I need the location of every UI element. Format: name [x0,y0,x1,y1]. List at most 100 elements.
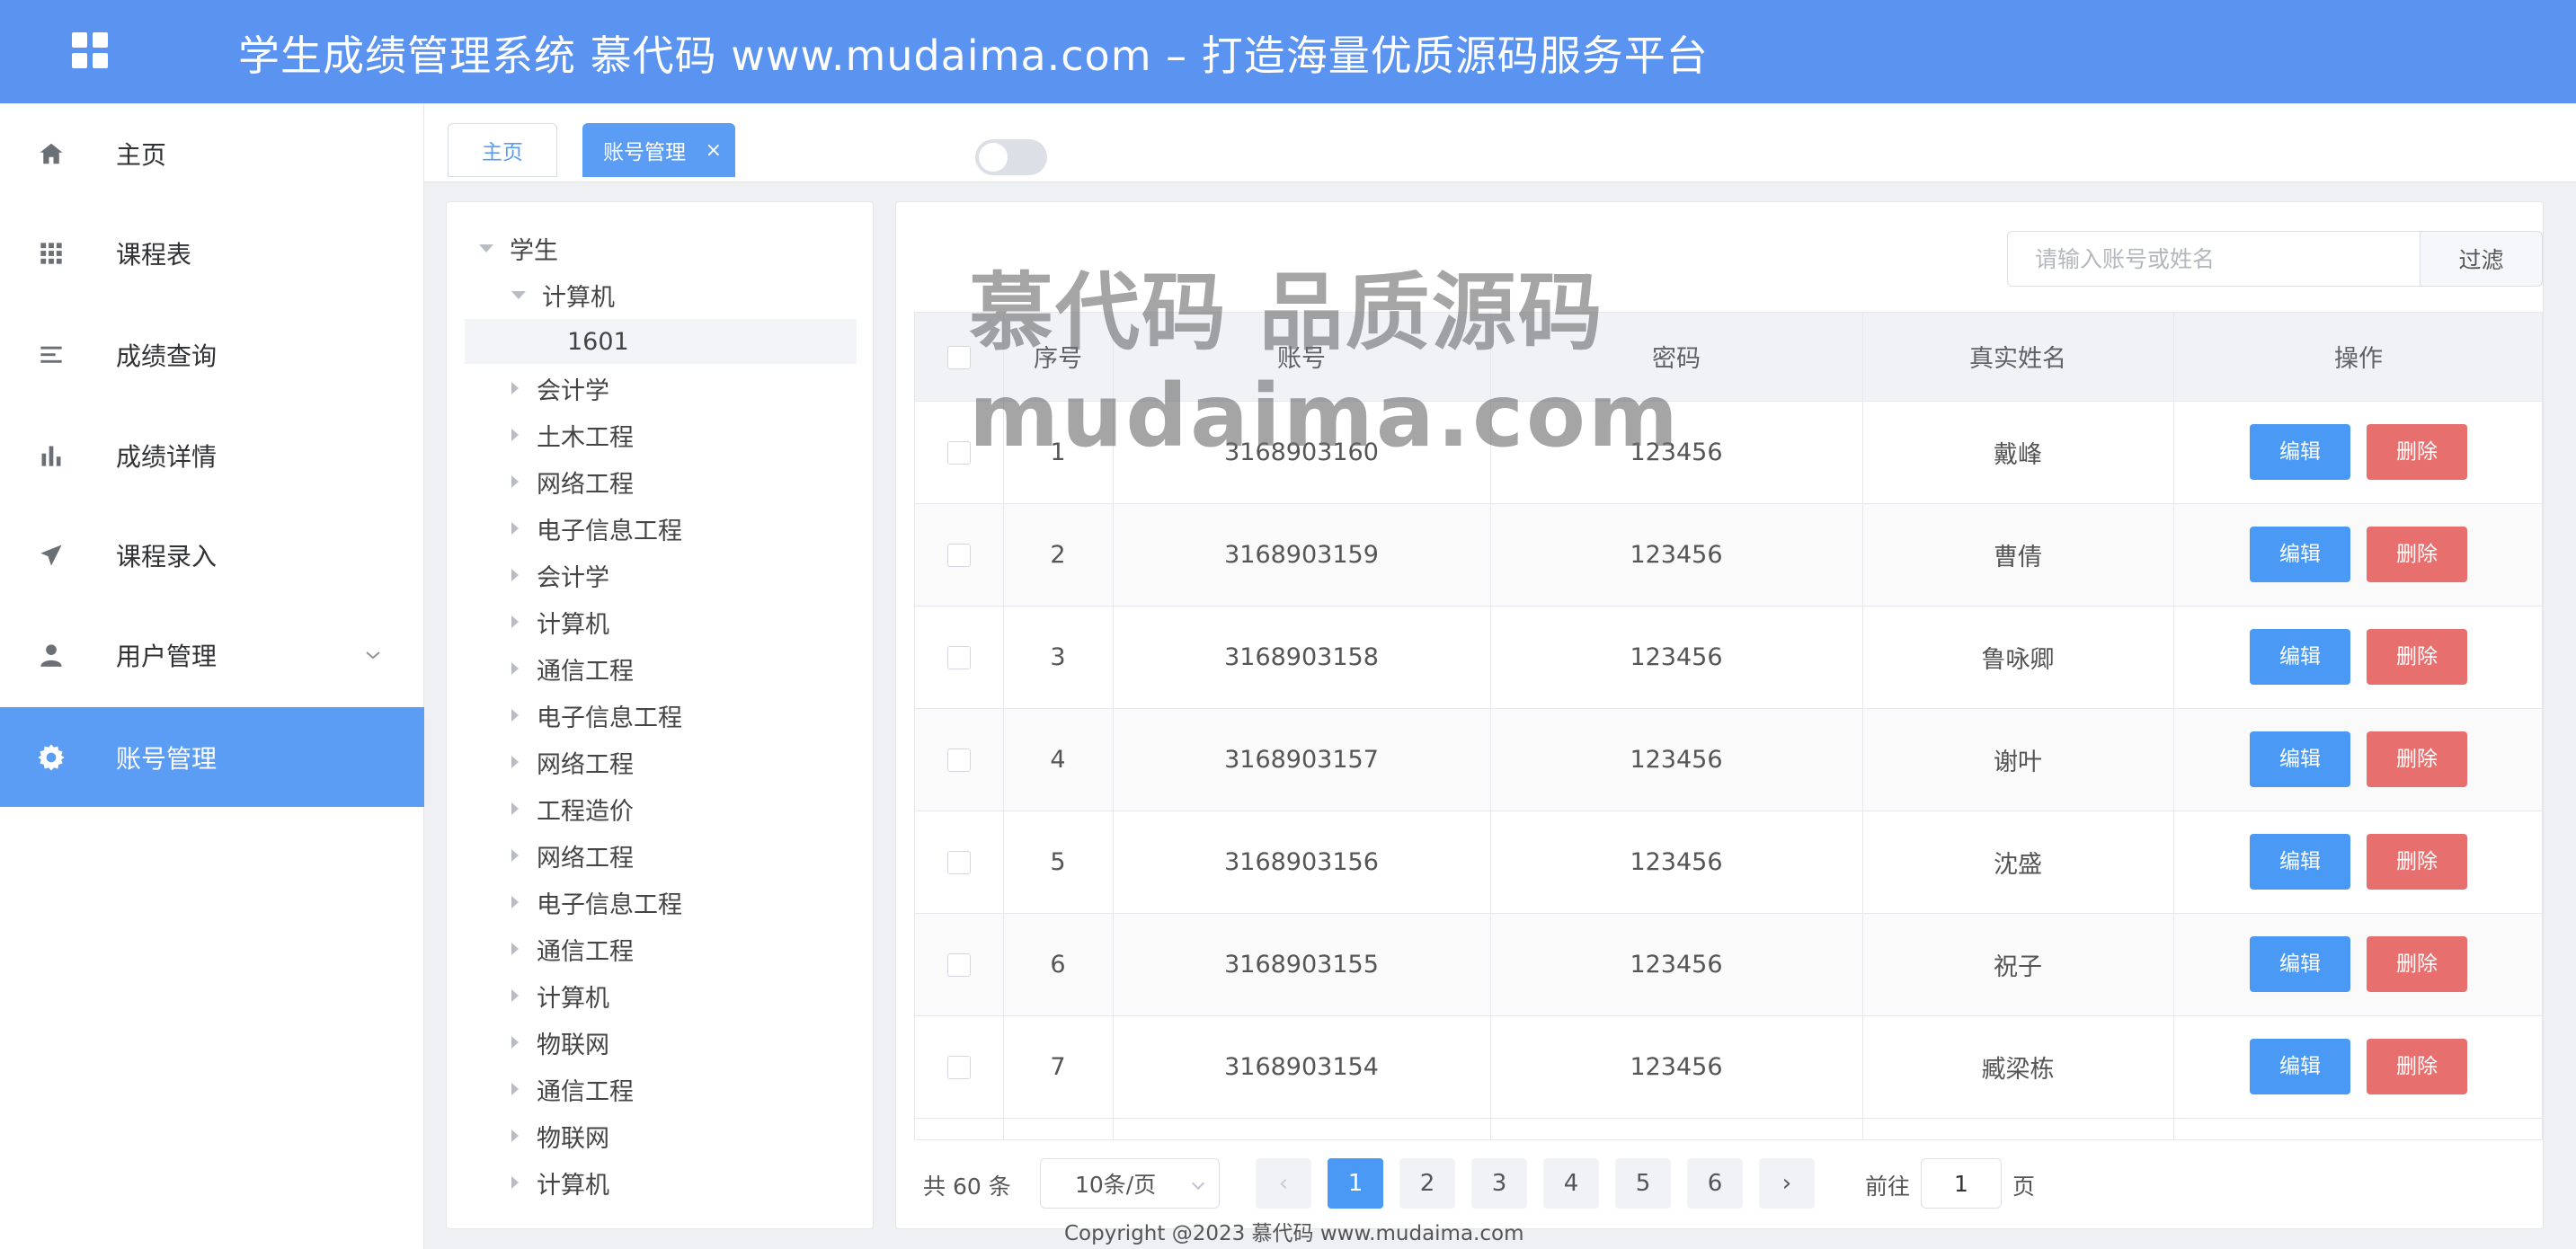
column-header: 密码 [1490,313,1863,402]
pagination: 共 60 条 10条/页 ‹ 123456 › 前往 页 [896,1158,2545,1212]
row-password: 123456 [1490,1015,1863,1119]
caret-right-icon [511,522,519,535]
sidebar-item-label: 课程录入 [116,541,218,571]
grid-icon [36,238,67,269]
row-checkbox[interactable] [946,851,971,874]
delete-button[interactable]: 删除 [2367,424,2467,480]
select-all-checkbox[interactable] [946,345,971,369]
next-page-button[interactable]: › [1759,1158,1815,1209]
row-real-name: 谢叶 [1862,708,2174,811]
edit-button[interactable]: 编辑 [2250,424,2350,480]
tree-node[interactable]: 通信工程 [511,646,634,691]
row-password: 123456 [1490,401,1863,504]
sidebar-item-grade-detail[interactable]: 成绩详情 [0,405,424,505]
page-size-value: 10条/页 [1075,1172,1157,1198]
row-checkbox[interactable] [946,1056,971,1079]
row-real-name: 曹倩 [1862,503,2174,607]
edit-button[interactable]: 编辑 [2250,527,2350,582]
total-count: 共 60 条 [923,1174,1011,1200]
tree-node-label: 物联网 [537,1031,609,1059]
row-select-cell [915,708,1004,811]
tree-node[interactable]: 电子信息工程 [511,506,682,551]
row-checkbox[interactable] [946,544,971,567]
prev-page-button[interactable]: ‹ [1256,1158,1311,1209]
sidebar-item-account-management[interactable]: 账号管理 [0,707,424,807]
tree-node[interactable]: 会计学 [511,553,609,598]
delete-button[interactable]: 删除 [2367,1039,2467,1094]
tree-node[interactable]: 通信工程 [511,926,634,971]
tree-node[interactable]: 物联网 [511,1113,609,1158]
tab-home[interactable]: 主页 [448,123,557,177]
page-button[interactable]: 2 [1399,1158,1455,1209]
tree-node[interactable]: 网络工程 [511,833,634,878]
tree-node[interactable]: 土木工程 [511,412,634,457]
tree-node-label: 计算机 [537,610,609,639]
delete-button[interactable]: 删除 [2367,731,2467,787]
page-button[interactable]: 3 [1471,1158,1527,1209]
delete-button[interactable]: 删除 [2367,527,2467,582]
edit-button[interactable]: 编辑 [2250,629,2350,685]
row-checkbox[interactable] [946,441,971,465]
row-checkbox[interactable] [946,953,971,977]
page-button[interactable]: 1 [1328,1158,1383,1209]
page-size-select[interactable]: 10条/页 [1040,1158,1220,1209]
tree-node-selected[interactable]: 1601 [465,319,857,364]
tree-node[interactable]: 计算机 [511,973,609,1018]
row-password: 123456 [1490,708,1863,811]
tree-node-label: 通信工程 [537,1077,634,1106]
row-actions: 编辑 删除 [2173,811,2542,914]
tree-node[interactable]: 计算机 [511,1160,609,1205]
goto-page-input[interactable] [1921,1158,2002,1209]
toggle-knob [979,143,1008,172]
page-button[interactable]: 5 [1615,1158,1671,1209]
edit-button[interactable]: 编辑 [2250,834,2350,890]
app-header: 学生成绩管理系统 慕代码 www.mudaima.com – 打造海量优质源码服… [0,0,2576,103]
caret-right-icon [511,802,519,815]
tree-node[interactable]: 计算机 [511,599,609,644]
row-actions: 编辑 删除 [2173,606,2542,709]
page-unit-label: 页 [2012,1174,2036,1200]
row-index: 2 [1003,503,1114,607]
filter-button[interactable]: 过滤 [2421,231,2543,287]
sidebar-item-course-entry[interactable]: 课程录入 [0,505,424,605]
close-icon[interactable]: × [706,139,722,162]
sidebar-item-grade-query[interactable]: 成绩查询 [0,305,424,404]
tab-account-management[interactable]: 账号管理 × [582,123,735,177]
delete-button[interactable]: 删除 [2367,834,2467,890]
tree-node-label: 网络工程 [537,844,634,873]
tree-node[interactable]: 会计学 [511,366,609,411]
tree-node[interactable]: 电子信息工程 [511,693,682,738]
tree-node[interactable]: 通信工程 [511,1067,634,1112]
theme-toggle[interactable] [975,139,1047,175]
tree-node[interactable]: 网络工程 [511,459,634,504]
edit-button[interactable]: 编辑 [2250,936,2350,992]
row-index: 1 [1003,401,1114,504]
edit-button[interactable]: 编辑 [2250,1039,2350,1094]
account-table-panel: 过滤 序号 账号 密码 真实姓名 操作 13168903160123456戴峰编… [895,201,2544,1229]
delete-button[interactable]: 删除 [2367,629,2467,685]
sidebar-item-user-management[interactable]: 用户管理 [0,605,424,704]
page-button[interactable]: 6 [1687,1158,1743,1209]
tree-node[interactable]: 工程造价 [511,786,634,831]
tree-node-expanded[interactable]: 计算机 [511,272,615,317]
tree-node-root[interactable]: 学生 [479,226,558,270]
delete-button[interactable]: 删除 [2367,936,2467,992]
table-header-row: 序号 账号 密码 真实姓名 操作 [915,313,2542,402]
row-checkbox[interactable] [946,646,971,669]
tree-node[interactable]: 网络工程 [511,740,634,784]
menu-grid-icon[interactable] [72,32,108,68]
chevron-down-icon [364,646,382,664]
row-index: 7 [1003,1015,1114,1119]
page-button[interactable]: 4 [1543,1158,1599,1209]
edit-button[interactable]: 编辑 [2250,731,2350,787]
caret-right-icon [511,896,519,908]
search-input[interactable] [2007,231,2421,287]
row-actions: 编辑 删除 [2173,401,2542,504]
sidebar-item-schedule[interactable]: 课程表 [0,203,424,303]
caret-right-icon [511,1129,519,1142]
tree-node[interactable]: 物联网 [511,1020,609,1065]
sidebar-item-home[interactable]: 主页 [0,103,424,203]
row-checkbox[interactable] [946,749,971,772]
tree-node-label: 计算机 [537,1171,609,1200]
tree-node[interactable]: 电子信息工程 [511,880,682,925]
